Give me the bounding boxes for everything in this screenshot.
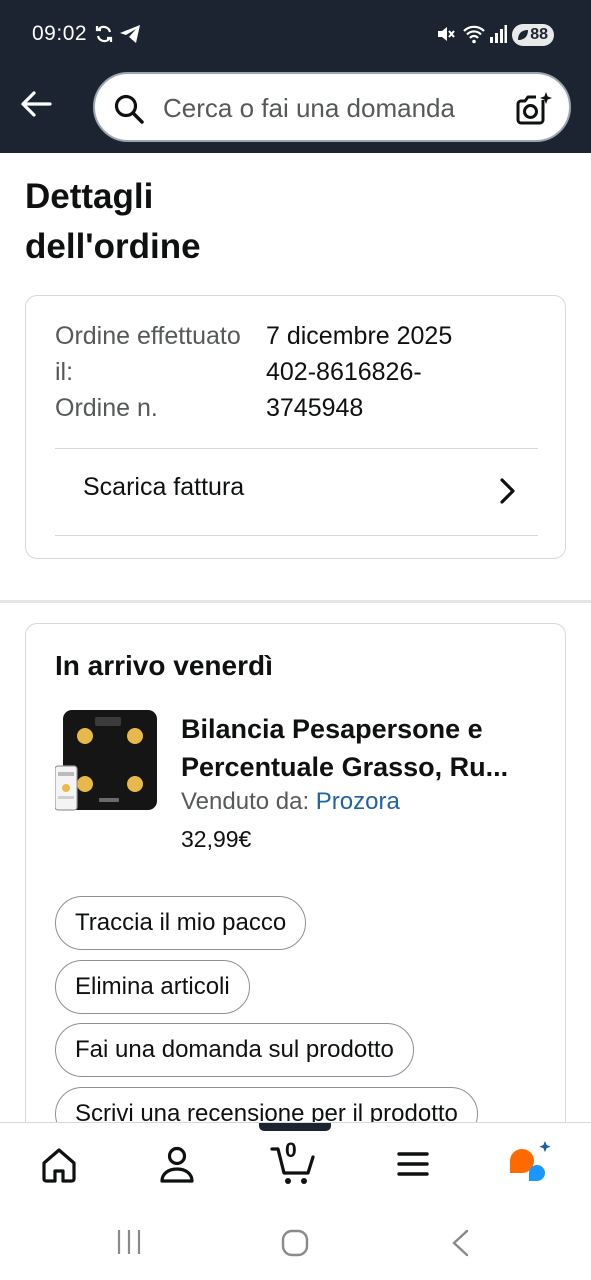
telegram-icon [120,25,140,43]
cart-count: 0 [285,1139,297,1162]
search-placeholder: Cerca o fai una domanda [163,93,455,123]
ask-question-button[interactable]: Fai una domanda sul prodotto [55,1023,414,1077]
sync-icon [95,25,113,43]
status-bar: 09:02 88 [0,20,591,50]
download-invoice-row[interactable]: Scarica fattura [55,449,538,535]
wifi-icon [463,25,485,44]
battery-indicator: 88 [512,24,554,46]
recent-apps-icon[interactable] [114,1228,144,1256]
system-back-icon[interactable] [448,1228,474,1258]
order-number-value: 402-8616826-3745948 [266,358,422,422]
order-info-card: Ordine effettuato il: 7 dicembre 2025 Or… [25,295,566,559]
mute-icon [438,27,455,41]
search-bar[interactable]: Cerca o fai una domanda [93,72,571,142]
battery-level: 88 [530,26,548,43]
order-number-label: Ordine n. [55,394,158,422]
status-time: 09:02 [32,22,88,45]
active-tab-indicator [259,1123,331,1131]
menu-icon[interactable] [390,1141,436,1187]
bottom-navigation: 0 [0,1122,591,1204]
account-icon[interactable] [154,1141,200,1187]
home-icon[interactable] [36,1141,82,1187]
sold-by-label: Venduto da: [181,788,310,815]
camera-search-icon[interactable] [515,90,553,128]
rufus-assistant-icon[interactable] [506,1141,552,1187]
chevron-right-icon [500,478,515,504]
product-image[interactable] [55,708,159,812]
order-date-label: Ordine effettuato il: [55,322,241,386]
home-button-icon[interactable] [280,1228,310,1258]
delete-items-button[interactable]: Elimina articoli [55,960,250,1014]
cart-button[interactable]: 0 [270,1139,320,1187]
shipment-card: In arrivo venerdì Bilancia Pesapersone e… [25,623,566,1183]
system-navigation-bar [0,1204,591,1280]
divider [55,535,538,536]
sold-by: Venduto da: Prozora [181,788,400,816]
order-date-value: 7 dicembre 2025 [266,322,453,350]
page-title: Dettagli dell'ordine [25,177,201,266]
track-package-button[interactable]: Traccia il mio pacco [55,896,307,950]
battery-saver-icon [518,30,528,40]
seller-link[interactable]: Prozora [316,788,400,815]
search-icon [114,94,144,124]
download-invoice-label: Scarica fattura [83,473,245,501]
product-title[interactable]: Bilancia Pesapersone e Percentuale Grass… [181,710,551,786]
product-price: 32,99€ [181,826,252,852]
section-separator [0,600,591,603]
arrival-status: In arrivo venerdì [55,650,273,681]
signal-icon [490,25,507,43]
back-arrow-icon[interactable] [18,86,54,122]
app-header: 09:02 88 Cerca o fai una domanda [0,0,591,153]
